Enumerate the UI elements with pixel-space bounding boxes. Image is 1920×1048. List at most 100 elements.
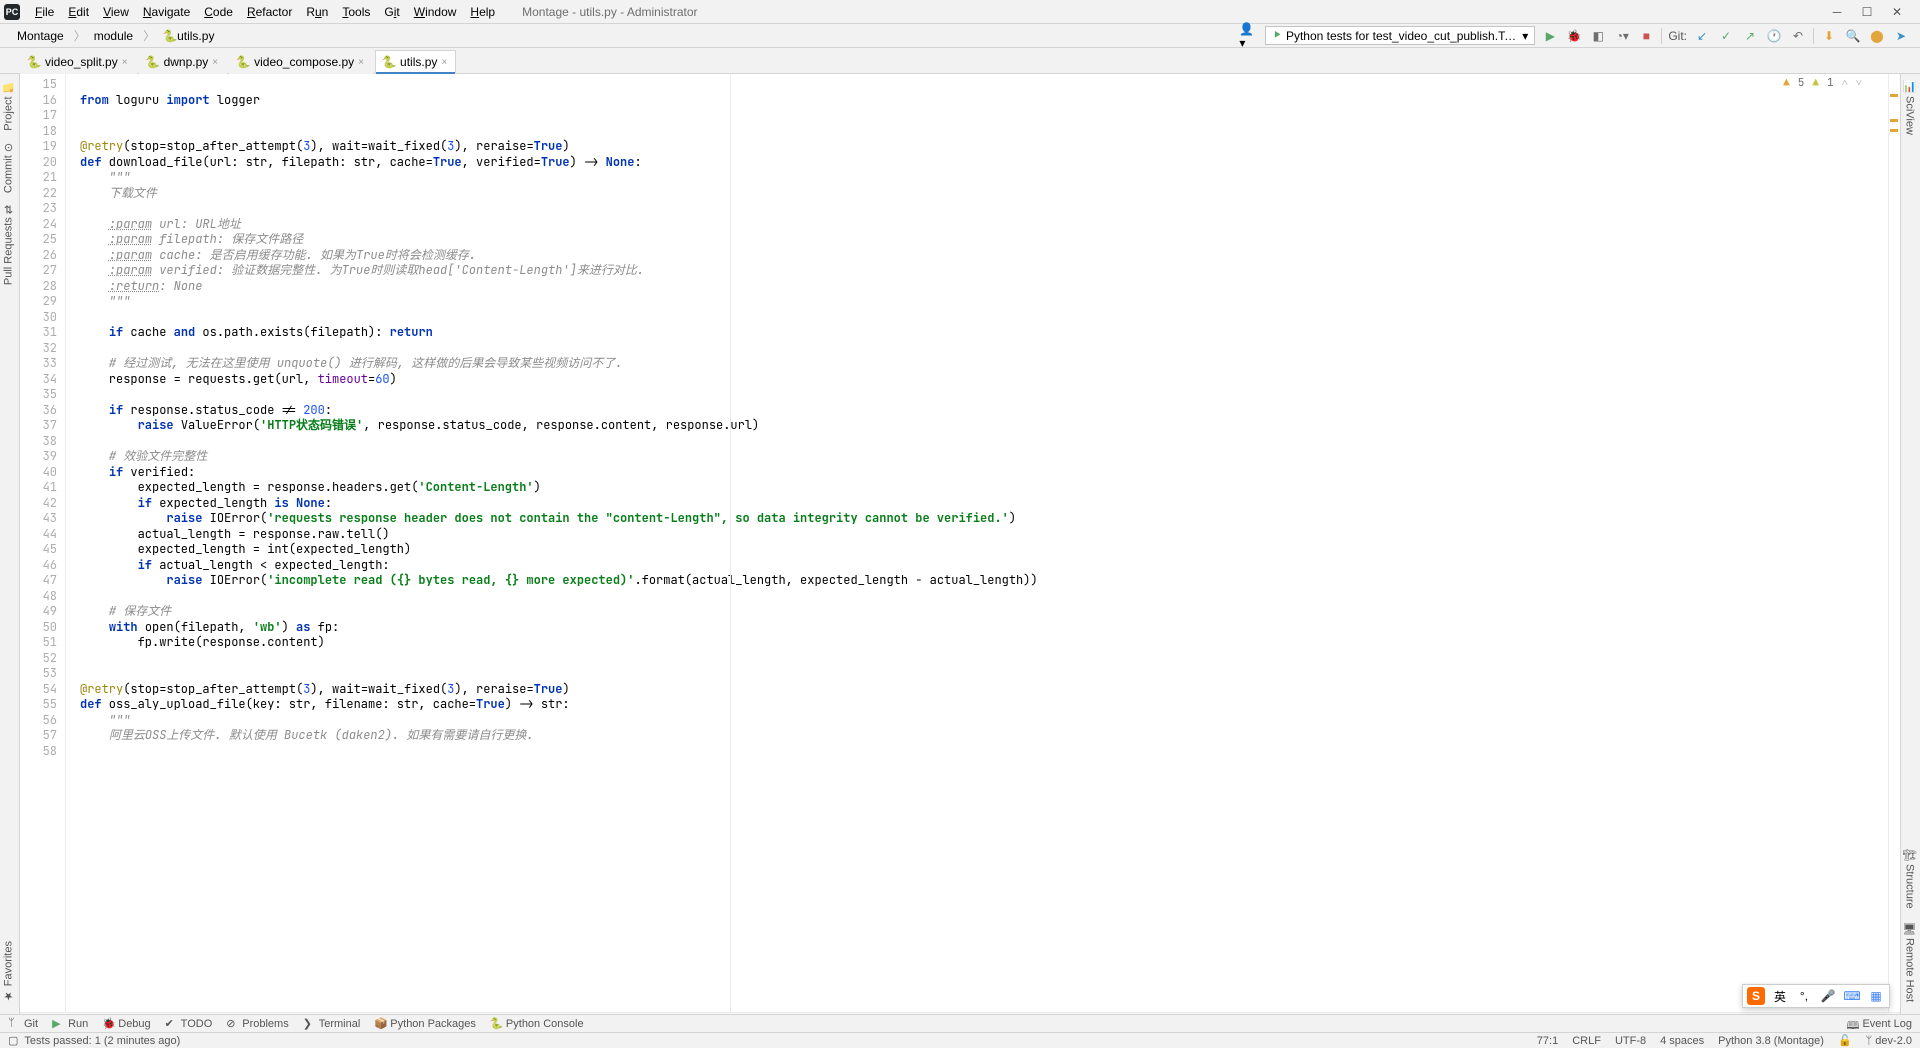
- python-console-tool-button[interactable]: 🐍Python Console: [490, 1017, 584, 1030]
- sogou-icon[interactable]: S: [1747, 987, 1765, 1005]
- remote-host-tool-button[interactable]: 🖥 Remote Host: [1901, 915, 1918, 1008]
- project-tool-button[interactable]: Project 📁: [0, 74, 17, 137]
- git-rollback-icon[interactable]: ↶: [1789, 27, 1807, 45]
- minimize-button[interactable]: ─: [1830, 5, 1844, 19]
- tab-utils[interactable]: 🐍utils.py×: [375, 50, 456, 74]
- forward-icon[interactable]: ➤: [1892, 27, 1910, 45]
- stripe-warning-mark[interactable]: [1890, 129, 1898, 132]
- stripe-warning-mark[interactable]: [1890, 94, 1898, 97]
- ime-toolbox-icon[interactable]: ▦: [1867, 987, 1885, 1005]
- ime-toolbar[interactable]: S 英 °, 🎤 ⌨ ▦: [1742, 984, 1890, 1008]
- menu-edit[interactable]: Edit: [61, 3, 96, 21]
- close-icon[interactable]: ×: [212, 57, 218, 68]
- menu-run[interactable]: Run: [299, 3, 335, 21]
- python-file-icon: 🐍: [163, 29, 177, 43]
- chevron-down-icon[interactable]: ˅: [1856, 76, 1862, 92]
- git-commit-icon[interactable]: ✓: [1717, 27, 1735, 45]
- test-icon: ⯈: [1272, 28, 1282, 43]
- settings-icon[interactable]: ⬤: [1868, 27, 1886, 45]
- menu-navigate[interactable]: Navigate: [136, 3, 197, 21]
- terminal-tool-button[interactable]: ❯_Terminal: [303, 1017, 361, 1030]
- right-margin-line: [730, 74, 731, 1014]
- tab-video-compose[interactable]: 🐍video_compose.py×: [229, 50, 373, 74]
- stop-button[interactable]: ■: [1637, 27, 1655, 45]
- breadcrumb-project[interactable]: Montage: [10, 27, 71, 45]
- stripe-warning-mark[interactable]: [1890, 119, 1898, 122]
- file-encoding[interactable]: UTF-8: [1615, 1035, 1646, 1047]
- profile-button[interactable]: ◔▾: [1613, 27, 1631, 45]
- chevron-up-icon[interactable]: ˄: [1842, 76, 1848, 92]
- ime-voice-icon[interactable]: 🎤: [1819, 987, 1837, 1005]
- ime-lang-toggle[interactable]: 英: [1771, 987, 1789, 1005]
- coverage-button[interactable]: ◧: [1589, 27, 1607, 45]
- structure-tool-button[interactable]: 🏗 Structure: [1901, 841, 1918, 915]
- git-label: Git:: [1668, 29, 1687, 43]
- inspection-widget[interactable]: ▲5 ▲1 ˄ ˅: [1783, 76, 1862, 92]
- favorites-tool-button[interactable]: ★ Favorites: [0, 935, 17, 1008]
- weak-warning-icon: ▲: [1812, 76, 1819, 92]
- tab-dwnp[interactable]: 🐍dwnp.py×: [139, 50, 228, 74]
- git-update-icon[interactable]: ↙: [1693, 27, 1711, 45]
- chevron-down-icon: ▾: [1522, 29, 1528, 43]
- code-area[interactable]: ▲5 ▲1 ˄ ˅ from loguru import logger@retr…: [80, 74, 1888, 1014]
- git-push-icon[interactable]: ↗: [1741, 27, 1759, 45]
- menu-code[interactable]: Code: [197, 3, 240, 21]
- ime-punct-toggle[interactable]: °,: [1795, 987, 1813, 1005]
- tab-video-split[interactable]: 🐍video_split.py×: [20, 50, 137, 74]
- debug-icon: 🐞: [102, 1017, 115, 1030]
- terminal-icon: ❯_: [303, 1017, 316, 1030]
- menu-window[interactable]: Window: [407, 3, 464, 21]
- ide-updates-icon[interactable]: ⬇: [1820, 27, 1838, 45]
- git-branch-widget[interactable]: ᛘ dev-2.0: [1866, 1035, 1912, 1047]
- read-only-toggle-icon[interactable]: 🔓: [1838, 1034, 1852, 1047]
- python-file-icon: 🐍: [382, 55, 396, 69]
- run-icon: ▶: [52, 1017, 65, 1030]
- run-config-selector[interactable]: ⯈ Python tests for test_video_cut_publis…: [1265, 26, 1535, 45]
- commit-tool-button[interactable]: Commit ⊙: [0, 137, 17, 199]
- chevron-right-icon: 〉: [74, 27, 86, 44]
- pull-requests-tool-button[interactable]: Pull Requests ⇄: [0, 199, 17, 291]
- close-icon[interactable]: ×: [358, 57, 364, 68]
- problems-tool-button[interactable]: ⊘Problems: [226, 1017, 288, 1030]
- app-icon: PC: [4, 4, 20, 20]
- python-interpreter[interactable]: Python 3.8 (Montage): [1718, 1035, 1824, 1047]
- event-log-icon: 🕮: [1846, 1017, 1859, 1030]
- python-packages-tool-button[interactable]: 📦Python Packages: [374, 1017, 476, 1030]
- menu-help[interactable]: Help: [463, 3, 502, 21]
- error-stripe[interactable]: [1888, 74, 1900, 1014]
- close-button[interactable]: ✕: [1890, 5, 1904, 19]
- run-button[interactable]: ▶: [1541, 27, 1559, 45]
- debug-tool-button[interactable]: 🐞Debug: [102, 1017, 150, 1030]
- ime-keyboard-icon[interactable]: ⌨: [1843, 987, 1861, 1005]
- git-history-icon[interactable]: 🕐: [1765, 27, 1783, 45]
- python-file-icon: 🐍: [236, 55, 250, 69]
- search-everywhere-icon[interactable]: 🔍: [1844, 27, 1862, 45]
- sciview-tool-button[interactable]: 📊 SciView: [1901, 74, 1918, 141]
- hide-tool-windows-icon[interactable]: ▢: [8, 1034, 18, 1047]
- todo-tool-button[interactable]: ✔TODO: [165, 1017, 213, 1030]
- line-number-gutter[interactable]: 1516171819202122232425262728293031323334…: [20, 74, 66, 1014]
- close-icon[interactable]: ×: [441, 57, 447, 68]
- debug-button[interactable]: 🐞: [1565, 27, 1583, 45]
- caret-position[interactable]: 77:1: [1537, 1035, 1558, 1047]
- breadcrumb-file[interactable]: 🐍utils.py: [156, 27, 221, 45]
- code-with-me-icon[interactable]: 👤▾: [1239, 28, 1259, 44]
- close-icon[interactable]: ×: [122, 57, 128, 68]
- breadcrumb-module[interactable]: module: [87, 27, 140, 45]
- line-separator[interactable]: CRLF: [1572, 1035, 1601, 1047]
- event-log-tool-button[interactable]: 🕮Event Log: [1846, 1017, 1912, 1030]
- maximize-button[interactable]: ☐: [1860, 5, 1874, 19]
- python-file-icon: 🐍: [146, 55, 160, 69]
- nav-bar: Montage 〉 module 〉 🐍utils.py 👤▾ ⯈ Python…: [0, 24, 1920, 48]
- status-message: Tests passed: 1 (2 minutes ago): [24, 1035, 180, 1047]
- git-tool-button[interactable]: ᛘGit: [8, 1017, 38, 1030]
- run-tool-button[interactable]: ▶Run: [52, 1017, 88, 1030]
- fold-gutter[interactable]: [66, 74, 80, 1014]
- menu-view[interactable]: View: [96, 3, 136, 21]
- menu-tools[interactable]: Tools: [335, 3, 377, 21]
- bottom-tool-window-bar: ᛘGit ▶Run 🐞Debug ✔TODO ⊘Problems ❯_Termi…: [0, 1014, 1920, 1032]
- menu-refactor[interactable]: Refactor: [240, 3, 299, 21]
- indent-setting[interactable]: 4 spaces: [1660, 1035, 1704, 1047]
- menu-git[interactable]: Git: [377, 3, 406, 21]
- menu-file[interactable]: File: [28, 3, 61, 21]
